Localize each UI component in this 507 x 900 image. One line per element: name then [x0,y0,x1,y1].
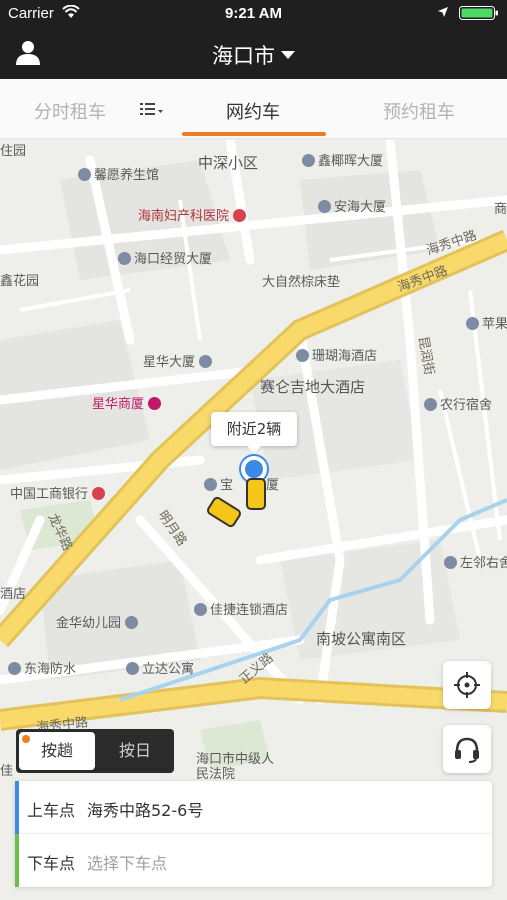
hotel-icon [194,603,207,616]
poi-icon [8,662,21,675]
trip-address-card: 上车点 海秀中路52-6号 下车点 选择下车点 [15,781,492,887]
nearby-cars-bubble[interactable]: 附近2辆 [211,412,297,453]
poi-icon [78,168,91,181]
map-label: 东海防水 [8,658,76,677]
pickup-row[interactable]: 上车点 海秀中路52-6号 [15,781,492,834]
tab-timeshare-rental[interactable]: 分时租车 [34,98,106,124]
poi-icon [199,355,213,368]
taxi-icon[interactable] [246,478,266,510]
map-label: 中国工商银行 [10,483,108,502]
map-label: 苹果 [466,313,507,332]
map-label: 宝 [204,474,233,493]
poi-icon [204,478,217,491]
map-label: 金华幼儿园 [56,612,141,631]
poi-icon [302,154,315,167]
map-label: 住园 [0,144,27,159]
dropoff-row[interactable]: 下车点 选择下车点 [15,834,492,887]
poi-icon [126,662,139,675]
map-label: 馨愿养生馆 [78,164,159,183]
toggle-per-trip[interactable]: 按趟 [19,732,95,770]
poi-icon [118,252,131,265]
map-label: 佳 [0,764,14,779]
map-label: 大自然棕床垫 [262,275,341,290]
map-label: 中深小区 [198,154,259,172]
poi-icon [444,556,457,569]
active-tab-indicator [182,132,326,136]
hospital-icon [233,209,247,222]
list-menu-icon[interactable] [140,101,166,117]
active-dot [22,735,30,743]
location-arrow-icon [438,7,448,17]
map-label: 农行宿舍 [424,394,492,413]
dropoff-label: 下车点 [27,854,76,873]
hotel-icon [296,349,309,362]
battery-icon [459,6,498,20]
headset-icon [455,737,479,763]
map-label: 赛仑吉地大酒店 [260,378,366,396]
status-time: 9:21 AM [225,5,282,22]
dropoff-indicator [15,834,19,887]
school-icon [125,616,139,629]
map-label: 海口经贸大厦 [118,248,212,267]
pickup-indicator [15,781,19,834]
crosshair-icon [454,672,480,698]
trip-mode-toggle: 按趟 按日 [16,729,174,773]
map-label: 海口市中级人民法院 [196,752,275,782]
shopping-icon [148,397,162,410]
map-label: 鑫椰晖大厦 [302,150,383,169]
pickup-address[interactable]: 海秀中路52-6号 [87,797,203,821]
pickup-label: 上车点 [27,801,76,820]
map-label: 鑫花园 [0,274,40,289]
dropoff-input[interactable]: 选择下车点 [87,850,167,874]
map-label: 左邻右舍 [444,552,507,571]
locate-button[interactable] [443,661,491,709]
caret-down-icon [281,51,295,59]
map-label: 星华大厦 [143,351,215,370]
map-label: 南坡公寓南区 [316,630,407,648]
bank-icon [92,487,106,500]
status-bar: Carrier 9:21 AM [0,0,507,28]
tab-reservation-rental[interactable]: 预约租车 [383,98,455,124]
map-view[interactable]: 住园 馨愿养生馆 中深小区 鑫椰晖大厦 海南妇产科医院 安海大厦 海口经贸大厦 … [0,140,507,900]
map-label: 星华商厦 [92,393,164,412]
poi-icon [318,200,331,213]
city-selector[interactable]: 海口市 [0,40,507,70]
map-label: 安海大厦 [318,196,386,215]
map-label: 佳捷连锁酒店 [194,599,288,618]
city-label: 海口市 [212,44,275,68]
tab-ride-hailing[interactable]: 网约车 [226,98,280,124]
map-label: 厦 [266,478,280,493]
map-label: 珊瑚海酒店 [296,345,377,364]
toggle-per-day[interactable]: 按日 [98,732,172,770]
map-label: 酒店 [0,587,27,602]
poi-icon [424,398,437,411]
customer-service-button[interactable] [443,725,491,773]
map-label: 立达公寓 [126,658,194,677]
top-bar: Carrier 9:21 AM 海口市 [0,0,507,79]
tab-bar: 分时租车 网约车 预约租车 [0,79,507,139]
poi-icon [466,317,479,330]
map-label: 商 [494,202,507,217]
nav-bar: 海口市 [0,28,507,79]
map-label: 海南妇产科医院 [138,205,249,224]
